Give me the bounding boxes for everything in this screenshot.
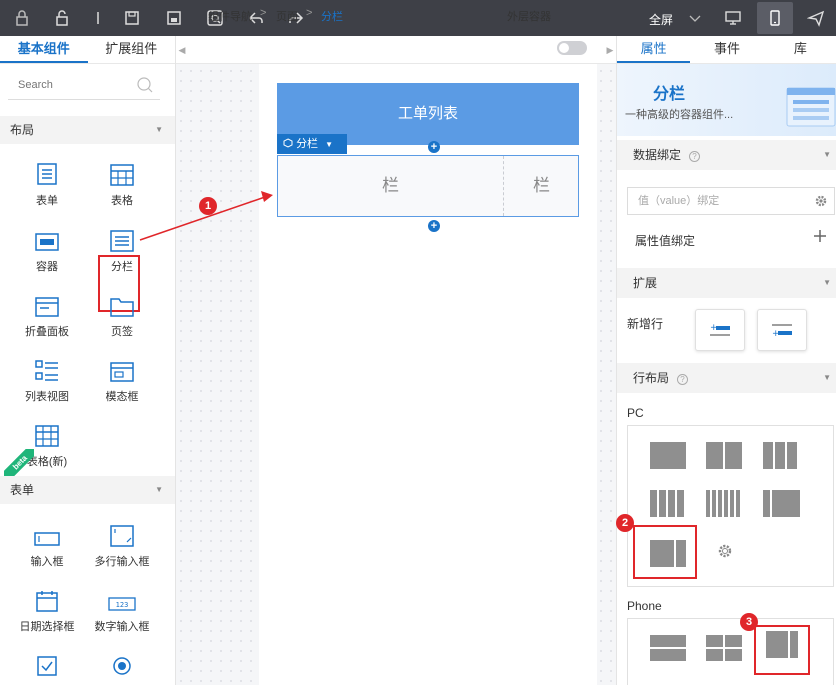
selected-phone-layout-highlight (754, 625, 810, 675)
tab-events[interactable]: 事件 (690, 36, 763, 63)
layout-option-3col[interactable] (763, 442, 797, 469)
component-subtitle: 一种高级的容器组件... (625, 109, 734, 121)
section-row-layout[interactable]: 行布局? ▼ (617, 363, 836, 393)
caret-down-icon[interactable]: ▼ (823, 268, 831, 298)
selected-layout-highlight (633, 525, 697, 579)
help-icon[interactable]: ? (677, 374, 689, 385)
layout-option-2col[interactable] (706, 442, 742, 469)
value-binding-field[interactable]: 值（value）绑定 (627, 187, 835, 215)
tab-library[interactable]: 库 (764, 36, 836, 63)
layout-option-1col[interactable] (650, 442, 686, 469)
layout-option-1-2[interactable] (763, 490, 800, 517)
layout-option-6col[interactable] (706, 490, 740, 517)
section-title: 扩展 (633, 276, 658, 290)
add-row-above-icon: + (710, 323, 730, 336)
component-title: 分栏 (653, 86, 686, 103)
step-marker-3: 3 (740, 613, 758, 631)
layout-illustration-icon (786, 87, 836, 127)
section-title: 行布局 (633, 371, 670, 385)
section-title: 数据绑定 (633, 148, 682, 162)
add-row-below-icon: + (772, 324, 792, 339)
help-icon[interactable]: ? (689, 151, 701, 162)
tab-properties[interactable]: 属性 (617, 36, 691, 63)
gear-icon[interactable] (716, 542, 734, 560)
section-data-binding[interactable]: 数据绑定? ▼ (617, 140, 836, 170)
attribute-binding-label: 属性值绑定 (635, 234, 696, 248)
layout-option-4col[interactable] (650, 490, 684, 517)
pc-label: PC (627, 406, 644, 420)
phone-layout-option-1[interactable] (650, 635, 686, 661)
phone-layout-option-2[interactable] (706, 635, 742, 661)
component-info-header: 分栏 一种高级的容器组件... (617, 64, 836, 136)
phone-label: Phone (627, 599, 662, 613)
value-binding-placeholder: 值（value）绑定 (638, 195, 720, 207)
caret-down-icon[interactable]: ▼ (823, 140, 831, 170)
add-row-above-button[interactable]: + (695, 309, 745, 351)
step-marker-1: 1 (199, 197, 217, 215)
add-row-below-button[interactable]: + (757, 309, 807, 351)
property-panel: 属性 事件 库 分栏 一种高级的容器组件... 数据绑定? ▼ 值（value）… (616, 36, 836, 685)
step-marker-2: 2 (616, 514, 634, 532)
section-extension[interactable]: 扩展 ▼ (617, 268, 836, 298)
gear-icon[interactable] (814, 194, 828, 208)
new-row-label: 新增行 (627, 317, 664, 331)
plus-icon[interactable] (813, 229, 827, 243)
caret-down-icon[interactable]: ▼ (823, 363, 831, 393)
